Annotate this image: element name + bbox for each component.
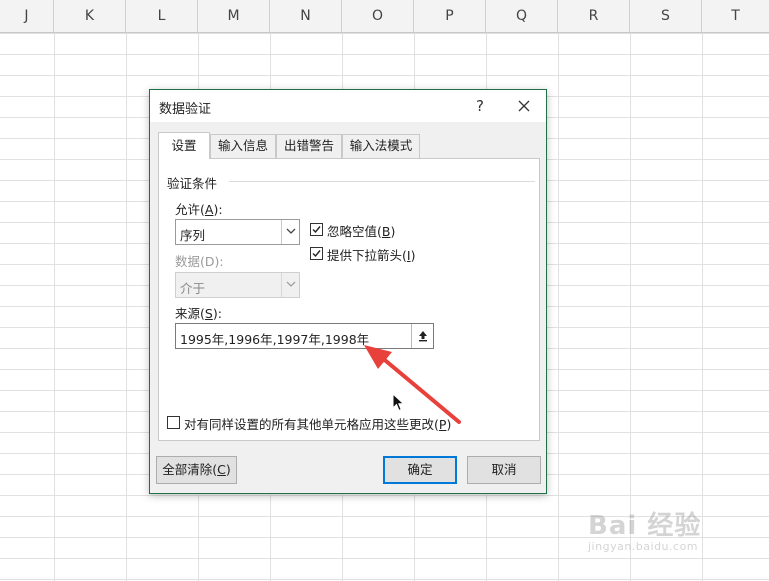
tab-input-message[interactable]: 输入信息: [210, 134, 276, 158]
checkmark-icon: [312, 250, 321, 258]
baidu-jingyan-watermark: Bai 经验 jingyan.baidu.com: [588, 511, 702, 553]
tab-settings[interactable]: 设置: [158, 132, 210, 159]
column-header-j[interactable]: J: [0, 0, 54, 32]
close-button[interactable]: [510, 94, 538, 118]
clear-all-button[interactable]: 全部清除(C): [156, 456, 237, 484]
ignore-blank-label[interactable]: 忽略空值(B): [327, 221, 395, 240]
column-header-n[interactable]: N: [270, 0, 342, 32]
data-select: 介于: [175, 272, 300, 298]
dropdown-label[interactable]: 提供下拉箭头(I): [327, 245, 415, 264]
column-header-row: J K L M N O P Q R S T: [0, 0, 769, 33]
column-header-r[interactable]: R: [558, 0, 630, 32]
help-button[interactable]: ?: [468, 94, 492, 118]
close-icon: [518, 100, 530, 112]
data-validation-dialog: 数据验证 ? 设置 输入信息 出错警告 输入法模式 验证条件 允许(A): 序列…: [149, 89, 547, 494]
settings-panel: 验证条件 允许(A): 序列 数据(D): 介于 忽略空值(B) 提供下拉箭头(…: [158, 158, 540, 441]
ok-button[interactable]: 确定: [383, 456, 457, 484]
range-select-icon: [418, 331, 427, 342]
data-select-value: 介于: [180, 281, 206, 296]
source-input[interactable]: 1995年,1996年,1997年,1998年: [175, 323, 434, 349]
group-divider: [229, 181, 535, 182]
column-header-o[interactable]: O: [342, 0, 414, 32]
source-label: 来源(S):: [175, 306, 222, 321]
validation-criteria-title: 验证条件: [167, 173, 222, 192]
column-header-q[interactable]: Q: [486, 0, 558, 32]
allow-select-value: 序列: [180, 228, 206, 243]
column-header-k[interactable]: K: [54, 0, 126, 32]
apply-all-checkbox[interactable]: [167, 416, 180, 429]
column-header-t[interactable]: T: [702, 0, 769, 32]
data-label: 数据(D):: [175, 254, 224, 269]
ignore-blank-checkbox[interactable]: [310, 223, 323, 236]
column-header-m[interactable]: M: [198, 0, 270, 32]
dialog-title-bar[interactable]: 数据验证 ?: [150, 90, 546, 122]
column-header-l[interactable]: L: [126, 0, 198, 32]
checkmark-icon: [312, 226, 321, 234]
range-select-button[interactable]: [411, 324, 433, 348]
allow-select[interactable]: 序列: [175, 219, 300, 245]
cancel-button[interactable]: 取消: [467, 456, 541, 484]
tab-ime-mode[interactable]: 输入法模式: [342, 134, 420, 158]
dialog-title: 数据验证: [159, 102, 212, 117]
source-value[interactable]: 1995年,1996年,1997年,1998年: [180, 329, 369, 348]
apply-all-label[interactable]: 对有同样设置的所有其他单元格应用这些更改(P): [184, 414, 451, 433]
column-header-p[interactable]: P: [414, 0, 486, 32]
allow-label: 允许(A):: [175, 202, 223, 217]
chevron-down-icon: [281, 273, 299, 297]
chevron-down-icon[interactable]: [281, 220, 299, 244]
tab-error-alert[interactable]: 出错警告: [276, 134, 342, 158]
mouse-pointer-icon: [392, 393, 405, 412]
dropdown-checkbox[interactable]: [310, 247, 323, 260]
column-header-s[interactable]: S: [630, 0, 702, 32]
